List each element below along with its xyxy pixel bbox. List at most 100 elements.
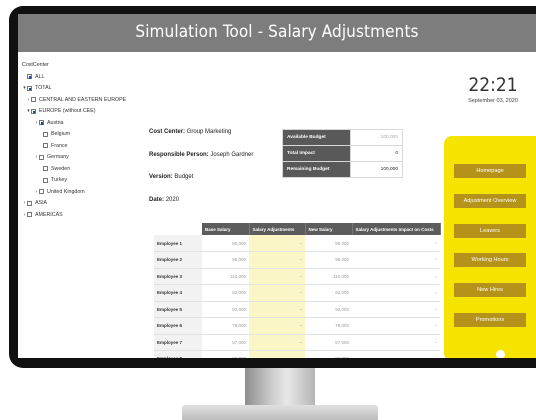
available-budget-label: Available Budget (282, 129, 351, 146)
new-salary-cell: 95,000 (305, 251, 352, 269)
tree-item[interactable]: › AMERICAS (22, 209, 132, 221)
impact-cell: – (352, 235, 440, 252)
impact-cell: – (352, 268, 440, 285)
base-salary-cell: 92,000 (202, 301, 249, 318)
new-salary-cell: 110,000 (305, 268, 352, 285)
tree-checkbox[interactable] (43, 166, 48, 172)
tree-checkbox[interactable] (43, 177, 48, 183)
date-info: Date: 2020 (149, 197, 253, 220)
header-new-salary: New Salary (305, 223, 353, 235)
total-impact-value: 0 (350, 145, 403, 162)
nav-button-adjustment-overview[interactable]: Adjustment Overview (454, 194, 526, 208)
responsible-value: Joseph Gardner (210, 151, 254, 158)
available-budget-row: Available Budget 100,000 (282, 129, 403, 146)
salary-adjustment-input[interactable]: – (249, 334, 305, 351)
base-salary-cell: 80,000 (202, 235, 249, 252)
base-salary-cell: 110,000 (202, 268, 249, 285)
monitor-stand-neck (245, 368, 315, 408)
tree-item-label: AMERICAS (35, 211, 63, 218)
salary-adjustment-input[interactable]: – (249, 235, 305, 252)
tree-checkbox[interactable] (31, 97, 36, 103)
nav-button-new-hires[interactable]: New Hires (454, 283, 526, 297)
total-impact-label: Total Impact (282, 145, 351, 162)
nav-button-homepage[interactable]: Homepage (454, 164, 526, 178)
cost-center-label: Cost Center: (149, 129, 186, 135)
salary-adjustment-input[interactable]: – (249, 268, 305, 285)
new-salary-cell: 98,000 (305, 350, 352, 358)
version-label: Version: (149, 174, 173, 180)
employee-name: Employee 7 (154, 334, 202, 351)
impact-cell: – (352, 284, 440, 302)
header-base-salary: Base Salary (202, 223, 250, 235)
table-row: Employee 4 62,000–62,000– (154, 284, 440, 302)
tree-item[interactable]: Belgium (22, 129, 132, 141)
nav-button-promotions[interactable]: Promotions (454, 313, 526, 327)
salary-adjustment-input[interactable]: – (249, 251, 305, 269)
cost-center-tree: CostCenter ALL ▾ TOTAL › CENTRAL AND EASTERN… (22, 60, 132, 221)
tree-item[interactable]: ▾ TOTAL (22, 83, 132, 95)
new-salary-cell: 78,000 (305, 317, 352, 335)
tree-item[interactable]: Turkey (22, 175, 132, 187)
tree-item[interactable]: › United Kingdom (22, 186, 132, 198)
tree-item[interactable]: › ASIA (22, 198, 132, 210)
table-row: Employee 6 78,000–78,000– (154, 317, 440, 335)
responsible-label: Responsible Person: (149, 151, 209, 158)
tree-heading: CostCenter (22, 62, 49, 68)
tree-item[interactable]: ▾ EUROPE (without CEE) (22, 106, 132, 118)
table-row: Employee 3 110,000–110,000– (154, 268, 440, 285)
salary-adjustment-input[interactable]: – (249, 301, 305, 318)
tree-item[interactable]: ALL (22, 71, 132, 83)
tree-item[interactable]: › CENTRAL AND EASTERN EUROPE (22, 94, 132, 106)
table-row: Employee 898,000–98,000– (154, 350, 440, 358)
tree-item-label: Belgium (51, 131, 71, 138)
tree-item[interactable]: France (22, 140, 132, 152)
tablet-nav-panel: Homepage Adjustment Overview Leavers Workin… (444, 136, 536, 358)
nav-button-working-hours[interactable]: Working Hours (454, 253, 526, 267)
available-budget-value: 100,000 (350, 129, 403, 146)
responsible-info: Responsible Person: Joseph Gardner (149, 152, 253, 175)
tree-item-label: Germany (47, 154, 69, 161)
tree-checkbox[interactable] (31, 108, 36, 114)
base-salary-cell: 57,000 (202, 334, 249, 351)
employee-name: Employee 6 (154, 317, 202, 335)
tree-checkbox[interactable] (39, 189, 44, 195)
tree-checkbox[interactable] (27, 85, 32, 91)
tree-item[interactable]: › Germany (22, 152, 132, 164)
table-row: Employee 5 92,000–92,000– (154, 301, 440, 318)
header-impact-on-costs: Salary Adjustments Impact on Costs (352, 223, 441, 235)
remaining-budget-row: Remaining Budget 100,000 (282, 161, 403, 178)
tree-item-label: ALL (35, 73, 45, 80)
tree-checkbox[interactable] (27, 200, 32, 206)
tree-item-label: Sweden (51, 165, 71, 172)
tree-checkbox[interactable] (43, 143, 48, 149)
monitor-frame: Simulation Tool - Salary Adjustments Cos… (9, 6, 536, 368)
new-salary-cell: 57,000 (305, 334, 352, 351)
impact-cell: – (352, 350, 440, 358)
tree-checkbox[interactable] (27, 74, 32, 80)
monitor-stand-base (182, 405, 378, 420)
tablet-home-button[interactable] (496, 350, 505, 358)
header-salary-adjustments: Salary Adjustments (249, 223, 306, 235)
nav-button-leavers[interactable]: Leavers (454, 224, 526, 238)
tree-checkbox[interactable] (39, 154, 44, 160)
cost-center-value: Group Marketing (186, 129, 232, 135)
employee-name: Employee 1 (154, 235, 202, 252)
tree-item-label: Austria (47, 119, 64, 126)
salary-adjustment-input[interactable]: – (249, 317, 305, 335)
employee-name: Employee 5 (154, 301, 202, 318)
tree-checkbox[interactable] (43, 131, 48, 137)
budget-table: Available Budget 100,000 Total Impact 0 … (282, 129, 403, 178)
tree-item[interactable]: › Austria (22, 117, 132, 129)
salary-grid: Base Salary Salary Adjustments New Salar… (154, 223, 441, 358)
impact-cell: – (352, 317, 440, 335)
salary-adjustment-input[interactable]: – (249, 284, 305, 302)
salary-adjustment-input[interactable]: – (249, 350, 305, 358)
tree-checkbox[interactable] (27, 212, 32, 218)
base-salary-cell: 78,000 (202, 317, 249, 335)
new-salary-cell: 62,000 (305, 284, 352, 302)
tree-item[interactable]: Sweden (22, 163, 132, 175)
tree-item-label: Turkey (51, 177, 67, 184)
tree-checkbox[interactable] (39, 120, 44, 126)
date-label: Date: (149, 196, 165, 203)
remaining-budget-label: Remaining Budget (282, 161, 351, 178)
